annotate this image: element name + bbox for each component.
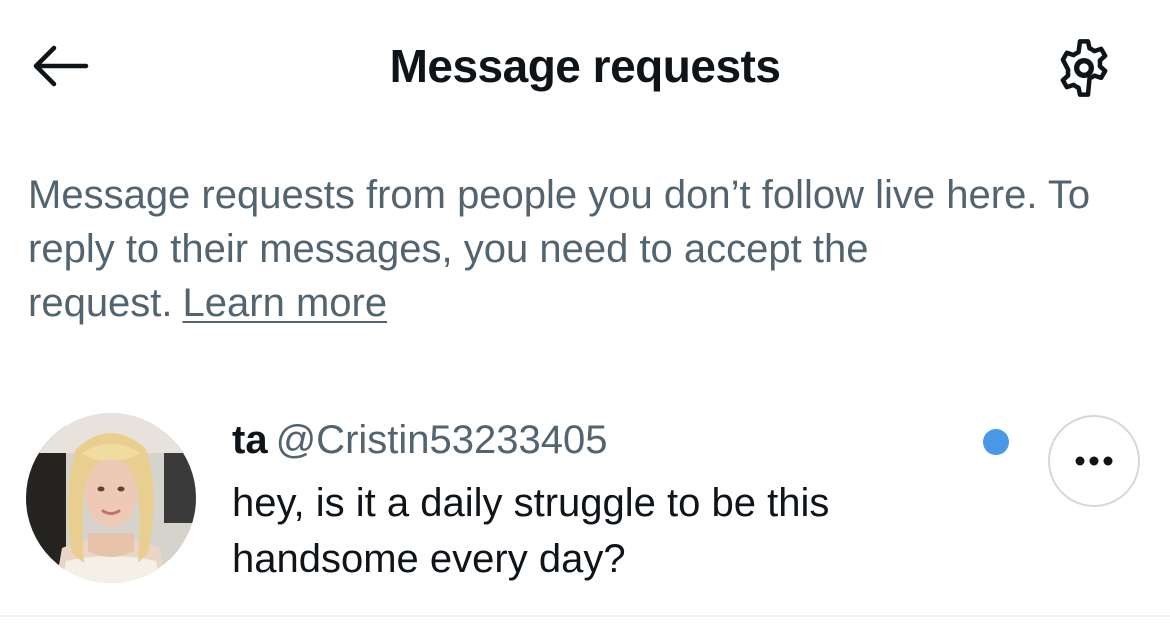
header-bar: Message requests — [0, 0, 1170, 130]
display-name: ta — [232, 418, 268, 462]
page-title: Message requests — [389, 40, 781, 92]
info-message: Message requests from people you don’t f… — [28, 168, 1128, 330]
sender-info: ta @Cristin53233405 — [232, 415, 608, 465]
gear-icon — [1060, 39, 1108, 97]
ellipsis-icon — [1075, 456, 1113, 466]
message-request-item[interactable]: ta @Cristin53233405 hey, is it a daily st… — [0, 395, 1170, 615]
unread-indicator — [983, 429, 1009, 455]
avatar[interactable] — [26, 413, 196, 583]
user-handle: @Cristin53233405 — [275, 418, 608, 462]
more-options-button[interactable] — [1048, 415, 1140, 507]
settings-button[interactable] — [1044, 28, 1124, 108]
divider — [0, 615, 1170, 617]
learn-more-link[interactable]: Learn more — [183, 281, 388, 325]
message-preview: hey, is it a daily struggle to be this h… — [232, 481, 830, 581]
